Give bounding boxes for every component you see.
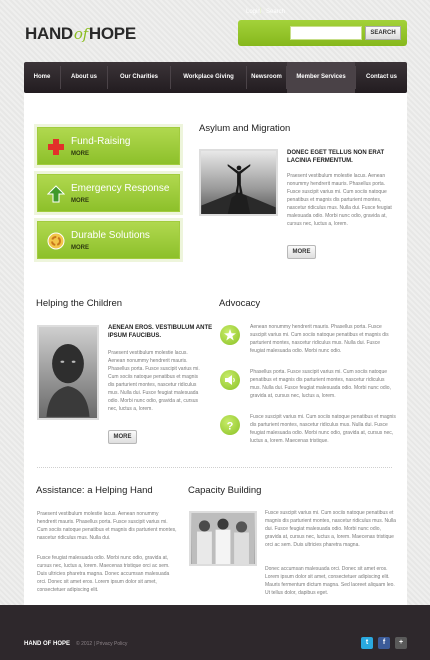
search-input[interactable] bbox=[290, 26, 362, 40]
advocacy-item-text: Phasellus porta. Fusce suscipit varius m… bbox=[250, 369, 391, 399]
asylum-subheading: DONEC EGET TELLUS NON ERAT LACINIA FERME… bbox=[287, 150, 385, 164]
nav-item-about-us[interactable]: About us bbox=[61, 62, 107, 93]
capacity-photo bbox=[189, 511, 257, 566]
star-icon bbox=[220, 325, 240, 345]
capacity-heading: Capacity Building bbox=[188, 485, 262, 496]
asylum-more-button[interactable]: MORE bbox=[287, 245, 316, 259]
nav-item-home[interactable]: Home bbox=[24, 62, 60, 93]
plus-social-icon[interactable]: + bbox=[395, 637, 407, 649]
person-silhouette-image bbox=[201, 164, 276, 214]
arrow-up-icon bbox=[47, 185, 65, 203]
child-portrait-image bbox=[46, 343, 90, 417]
feature-more-link[interactable]: MORE bbox=[71, 151, 89, 157]
search-link[interactable]: Search bbox=[266, 9, 285, 15]
asylum-text: Praesent vestibulum molestie lacus. Aene… bbox=[287, 173, 392, 227]
asylum-heading: Asylum and Migration bbox=[199, 123, 291, 134]
feature-title: Emergency Response bbox=[71, 183, 170, 194]
child-photo bbox=[37, 325, 99, 420]
feature-more-link[interactable]: MORE bbox=[71, 245, 89, 251]
feature-title: Durable Solutions bbox=[71, 230, 150, 241]
durable-solutions-button[interactable]: Durable Solutions MORE bbox=[37, 221, 180, 259]
logo-text-of: of bbox=[73, 25, 88, 43]
assistance-heading: Assistance: a Helping Hand bbox=[36, 485, 153, 496]
speaker-icon bbox=[220, 370, 240, 390]
advocacy-item-text: Aenean nonummy hendrerit mauris. Phasell… bbox=[250, 324, 389, 354]
advocacy-heading: Advocacy bbox=[219, 298, 261, 309]
asylum-photo bbox=[199, 149, 278, 216]
twitter-icon[interactable]: t bbox=[361, 637, 373, 649]
search-button[interactable]: SEARCH bbox=[365, 26, 401, 40]
logo-text-hope: HOPE bbox=[88, 24, 136, 43]
children-text: Praesent vestibulum molestie lacus. Aene… bbox=[108, 350, 200, 412]
assistance-text-1: Praesent vestibulum molestie lacus. Aene… bbox=[37, 511, 177, 541]
nav-item-newsroom[interactable]: Newsroom bbox=[247, 62, 286, 93]
recycle-icon bbox=[47, 232, 65, 250]
plus-icon bbox=[48, 139, 64, 155]
capacity-text-2: Donec accumsan malesuada orci. Donec sit… bbox=[265, 566, 395, 596]
section-divider bbox=[37, 467, 392, 468]
footer-copyright[interactable]: © 2012 | Privacy Policy bbox=[76, 641, 127, 647]
facebook-icon[interactable]: f bbox=[378, 637, 390, 649]
login-link[interactable]: Login bbox=[246, 9, 261, 15]
site-logo[interactable]: HANDofHOPE bbox=[25, 24, 136, 44]
logo-text-hand: HAND bbox=[25, 24, 73, 43]
advocacy-item-text: Fusce suscipit varius mi. Cum sociis nat… bbox=[250, 414, 396, 444]
header-separator: | bbox=[260, 8, 262, 14]
footer-logo[interactable]: HAND OF HOPE bbox=[24, 641, 70, 647]
main-navigation: Home About us Our Charities Workplace Gi… bbox=[24, 62, 407, 93]
footer bbox=[0, 605, 430, 660]
children-heading: Helping the Children bbox=[36, 298, 123, 309]
question-icon: ? bbox=[220, 415, 240, 435]
capacity-text-1: Fusce suscipit varius mi. Cum sociis nat… bbox=[265, 510, 396, 548]
nav-item-workplace-giving[interactable]: Workplace Giving bbox=[171, 62, 246, 93]
children-more-button[interactable]: MORE bbox=[108, 430, 137, 444]
feature-more-link[interactable]: MORE bbox=[71, 198, 89, 204]
emergency-response-button[interactable]: Emergency Response MORE bbox=[37, 174, 180, 212]
nav-item-our-charities[interactable]: Our Charities bbox=[108, 62, 170, 93]
children-subheading: AENEAN EROS. VESTIBULUM ANTE IPSUM FAUCI… bbox=[108, 325, 213, 339]
group-photo-image bbox=[191, 513, 255, 564]
feature-title: Fund-Raising bbox=[71, 136, 131, 147]
svg-text:?: ? bbox=[227, 421, 234, 432]
nav-item-contact-us[interactable]: Contact us bbox=[356, 62, 407, 93]
assistance-text-2: Fusce feugiat malesuada odio. Morbi nunc… bbox=[37, 555, 170, 593]
fund-raising-button[interactable]: Fund-Raising MORE bbox=[37, 127, 180, 165]
nav-item-member-services[interactable]: Member Services bbox=[287, 62, 355, 93]
